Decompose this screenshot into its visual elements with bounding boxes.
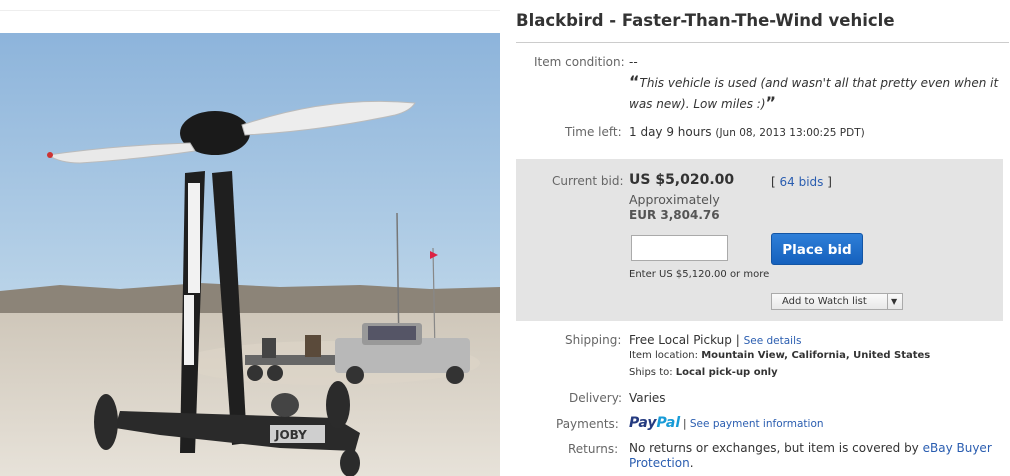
returns-text: No returns or exchanges, but item is cov…	[629, 441, 923, 455]
shipping-value: Free Local Pickup | See details	[629, 333, 801, 347]
current-bid-price: US $5,020.00	[629, 172, 735, 188]
bid-history-link[interactable]: 64 bids	[780, 175, 824, 189]
payments-label: Payments:	[556, 417, 619, 431]
bid-count: [ 64 bids ]	[771, 175, 832, 189]
quote-close-mark: ”	[765, 93, 777, 112]
shipping-label: Shipping:	[565, 333, 622, 347]
place-bid-button[interactable]: Place bid	[771, 233, 863, 265]
current-bid-label: Current bid:	[552, 174, 624, 188]
vehicle-photo-illustration: JOBY	[0, 33, 500, 476]
paypal-logo: PayPal	[629, 415, 680, 431]
returns-label: Returns:	[568, 442, 619, 456]
photo-top-strip	[0, 0, 500, 11]
time-left-duration: 1 day 9 hours	[629, 125, 712, 139]
shipping-details-link[interactable]: See details	[744, 335, 802, 347]
chevron-down-icon[interactable]: ▼	[891, 297, 897, 306]
bid-count-close: ]	[823, 175, 832, 189]
item-location-value: Mountain View, California, United States	[701, 350, 931, 361]
vehicle-logo: JOBY	[274, 428, 307, 442]
approx-eur-value: EUR 3,804.76	[629, 208, 720, 222]
shipping-method: Free Local Pickup	[629, 333, 732, 347]
bid-amount-input[interactable]	[631, 235, 728, 261]
approx-label: Approximately	[629, 192, 720, 207]
item-location: Item location: Mountain View, California…	[629, 350, 930, 361]
ships-to: Ships to: Local pick-up only	[629, 367, 778, 378]
shipping-sep: |	[731, 333, 744, 347]
item-photo[interactable]: JOBY	[0, 33, 500, 476]
watchlist-label: Add to Watch list	[782, 296, 867, 307]
condition-label: Item condition:	[534, 55, 625, 69]
condition-value: --	[629, 55, 638, 69]
condition-quote: “This vehicle is used (and wasn't all th…	[629, 72, 1009, 114]
payment-info-sep: |	[683, 418, 690, 430]
item-location-label: Item location:	[629, 350, 698, 361]
paypal-logo-pay: Pay	[629, 415, 657, 431]
listing-title: Blackbird - Faster-Than-The-Wind vehicle	[516, 11, 895, 30]
payment-info: | See payment information	[683, 418, 824, 430]
condition-quote-text: This vehicle is used (and wasn't all tha…	[629, 76, 999, 111]
delivery-label: Delivery:	[569, 391, 622, 405]
time-left-end-date: (Jun 08, 2013 13:00:25 PDT)	[715, 127, 865, 139]
watchlist-divider	[887, 294, 888, 309]
ships-to-label: Ships to:	[629, 367, 673, 378]
payment-info-link[interactable]: See payment information	[690, 418, 824, 430]
min-bid-hint: Enter US $5,120.00 or more	[629, 269, 770, 280]
returns-value: No returns or exchanges, but item is cov…	[629, 441, 999, 471]
quote-open-mark: “	[629, 72, 640, 91]
returns-end: .	[689, 456, 694, 470]
time-left-label: Time left:	[565, 125, 622, 139]
ships-to-value: Local pick-up only	[675, 367, 778, 378]
title-divider	[516, 42, 1009, 43]
paypal-logo-pal: Pal	[656, 415, 681, 431]
add-to-watchlist-button[interactable]: Add to Watch list ▼	[771, 293, 903, 310]
bid-count-open: [	[771, 175, 780, 189]
delivery-value: Varies	[629, 391, 666, 405]
time-left-value: 1 day 9 hours (Jun 08, 2013 13:00:25 PDT…	[629, 125, 865, 139]
